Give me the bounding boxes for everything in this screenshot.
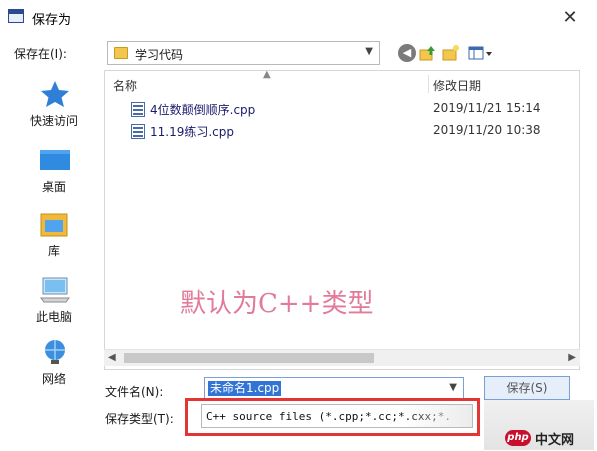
close-button[interactable]: ✕ [555, 2, 585, 32]
scroll-left-icon[interactable]: ◀ [108, 352, 116, 363]
file-date: 2019/11/20 10:38 [433, 123, 541, 137]
file-name-value: 未命名1.cpp [208, 381, 282, 396]
place-this-pc[interactable]: 此电脑 [12, 270, 96, 326]
place-label: 此电脑 [35, 310, 72, 324]
place-label: 库 [47, 244, 60, 258]
annotation-text: 默认为C++类型 [180, 289, 374, 319]
watermark-text: 中文网 [535, 432, 575, 448]
folder-icon [114, 47, 128, 59]
file-date: 2019/11/21 15:14 [433, 101, 541, 115]
library-icon [39, 210, 71, 238]
column-header-name[interactable]: 名称 [113, 77, 137, 94]
place-label: 网络 [41, 372, 66, 386]
scroll-right-icon[interactable]: ▶ [568, 352, 576, 363]
place-label: 快速访问 [29, 114, 78, 128]
file-name-input[interactable]: 未命名1.cpp ▼ [204, 377, 464, 399]
save-in-label: 保存在(I): [14, 47, 67, 61]
up-folder-icon[interactable] [419, 44, 437, 62]
places-bar: 快速访问 桌面 库 此电脑 网络 [12, 70, 96, 386]
file-name: 4位数颠倒顺序.cpp [150, 103, 256, 117]
save-in-dropdown[interactable]: 学习代码 ▼ [107, 41, 380, 65]
computer-icon [39, 276, 71, 304]
file-row[interactable]: 4位数颠倒顺序.cpp 2019/11/21 15:14 [131, 99, 571, 119]
app-icon [8, 9, 24, 23]
file-name-label: 文件名(N): [105, 385, 164, 399]
new-folder-icon[interactable] [442, 44, 460, 62]
cpp-file-icon [131, 124, 145, 139]
place-network[interactable]: 网络 [12, 332, 96, 388]
window-title: 保存为 [32, 13, 72, 28]
star-icon [39, 80, 71, 108]
chevron-down-icon[interactable]: ▼ [449, 382, 457, 393]
column-header-date[interactable]: 修改日期 [433, 77, 481, 94]
cpp-file-icon [131, 102, 145, 117]
save-button[interactable]: 保存(S) [484, 376, 570, 400]
annotation-highlight-box [185, 398, 480, 436]
column-divider[interactable] [428, 75, 429, 93]
view-menu-icon[interactable] [468, 44, 494, 62]
scroll-thumb[interactable] [124, 353, 374, 363]
file-type-label: 保存类型(T): [105, 412, 174, 426]
save-in-value: 学习代码 [135, 48, 184, 62]
chevron-down-icon: ▼ [365, 46, 373, 57]
watermark: php 中文网 [505, 428, 574, 448]
network-icon [39, 338, 71, 366]
back-icon[interactable]: ◀ [398, 44, 416, 62]
file-name: 11.19练习.cpp [150, 125, 235, 139]
place-desktop[interactable]: 桌面 [12, 140, 96, 196]
title-bar: 保存为 ✕ [0, 0, 597, 34]
horizontal-scrollbar[interactable]: ◀ ▶ [104, 349, 580, 366]
place-label: 桌面 [41, 180, 66, 194]
place-quick-access[interactable]: 快速访问 [12, 74, 96, 130]
desktop-icon [39, 146, 71, 174]
php-logo: php [505, 430, 531, 446]
file-row[interactable]: 11.19练习.cpp 2019/11/20 10:38 [131, 121, 571, 141]
file-list[interactable]: ▲ 名称 修改日期 4位数颠倒顺序.cpp 2019/11/21 15:14 1… [104, 69, 580, 370]
sort-up-icon: ▲ [263, 69, 271, 80]
place-library[interactable]: 库 [12, 204, 96, 260]
